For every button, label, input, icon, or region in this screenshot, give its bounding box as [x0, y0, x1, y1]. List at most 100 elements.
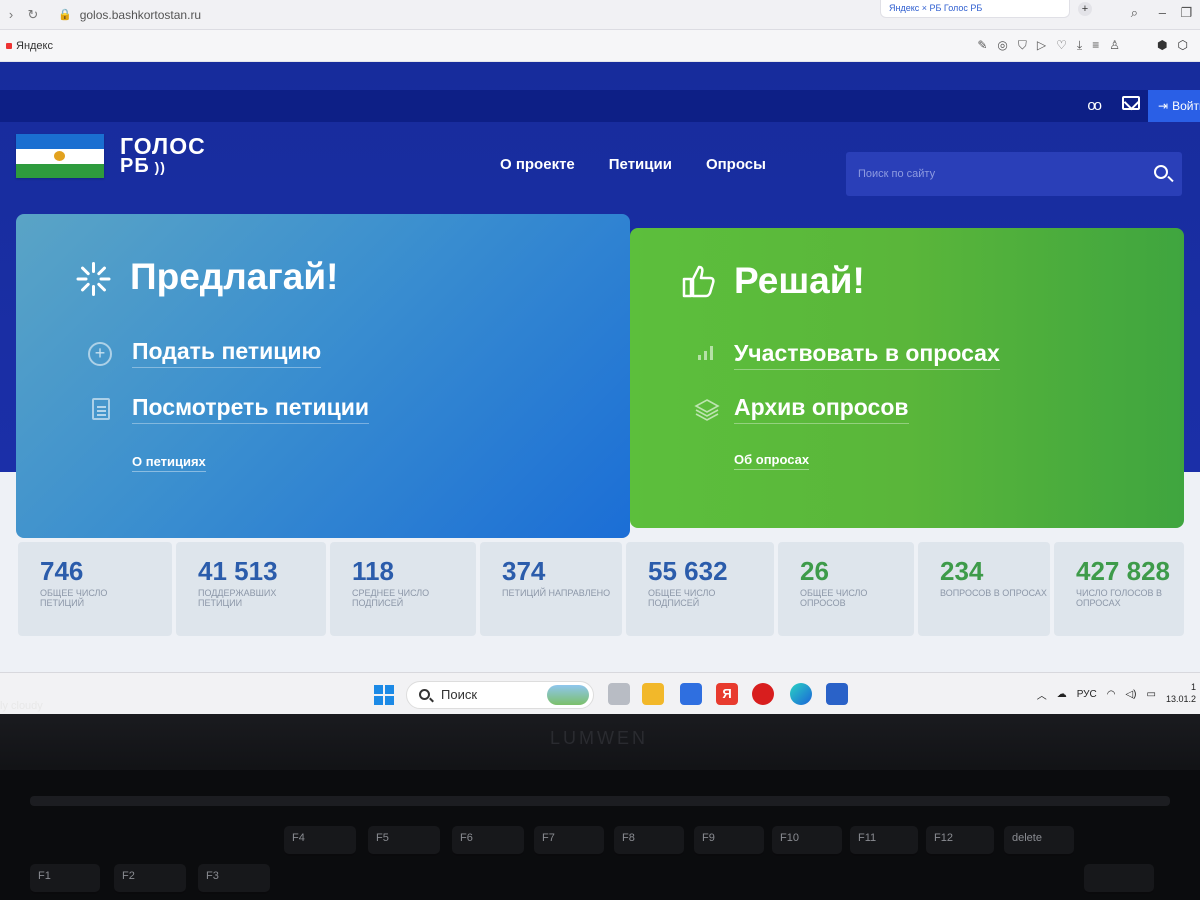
clock-time: 1 [1190, 682, 1196, 693]
about-polls-link[interactable]: Об опросах [734, 452, 810, 470]
lock-icon: 🔒 [58, 9, 72, 21]
task-view-icon[interactable] [608, 683, 630, 705]
back-icon[interactable]: › [0, 7, 22, 22]
nav-about[interactable]: О проекте [500, 156, 575, 173]
key-f12: F12 [926, 826, 994, 856]
clock-date: 13.01.2 [1165, 694, 1196, 704]
decide-title: Решай! [734, 260, 865, 301]
weather-text: ly cloudy [0, 700, 43, 712]
extensions: ⬢ ⬡ [1157, 38, 1188, 52]
mail-icon[interactable] [1122, 96, 1140, 110]
key-f10: F10 [772, 826, 842, 856]
extension-icon[interactable]: ⬢ [1157, 38, 1167, 52]
windows-start-icon[interactable] [374, 685, 394, 705]
yandex-icon [6, 42, 12, 49]
stat-label: Вопросов в опросах [940, 588, 1047, 598]
stat-card: 374 Петиций направлено [480, 542, 622, 636]
take-polls-link[interactable]: Участвовать в опросах [734, 340, 1000, 370]
taskbar-search[interactable]: Поиск [406, 681, 594, 709]
stat-card: 746 Общее число петиций [18, 542, 172, 636]
opera-icon[interactable] [752, 683, 774, 705]
shield-icon[interactable]: ⛉ [1018, 38, 1027, 53]
login-button[interactable]: ⇥ Войти [1148, 90, 1200, 122]
submit-petition-link[interactable]: Подать петицию [132, 338, 322, 368]
main-nav: О проекте Петиции Опросы [500, 156, 766, 173]
nav-polls[interactable]: Опросы [706, 156, 766, 173]
thumbs-up-icon [682, 265, 715, 298]
volume-icon[interactable]: ◁) [1125, 689, 1136, 700]
logo-line1: ГОЛОС [120, 132, 206, 159]
stat-card: 234 Вопросов в опросах [918, 542, 1050, 636]
language-indicator[interactable]: РУС [1077, 689, 1097, 700]
edit-icon[interactable]: ✎ [977, 38, 987, 53]
edge-icon[interactable] [790, 683, 812, 705]
nav-petitions[interactable]: Петиции [609, 156, 672, 173]
layers-icon [694, 399, 720, 421]
menu-icon[interactable]: ≡ [1092, 38, 1099, 53]
url-text[interactable]: golos.bashkortostan.ru [80, 8, 201, 22]
browser-tab[interactable]: Яндекс × РБ Голос РБ [880, 0, 1070, 18]
heart-icon[interactable]: ♡ [1056, 38, 1067, 53]
file-explorer-icon[interactable] [642, 683, 664, 705]
accessibility-glasses-icon[interactable]: oo [1087, 97, 1102, 114]
outlook-icon[interactable] [680, 683, 702, 705]
stat-value: 55 632 [648, 556, 728, 586]
reload-icon[interactable]: ↻ [22, 7, 44, 23]
camera-icon[interactable]: ◎ [997, 38, 1007, 53]
key-f8: F8 [614, 826, 684, 856]
browser-address-bar: › ↻ 🔒 golos.bashkortostan.ru Яндекс × РБ… [0, 0, 1200, 30]
bookmark-yandex[interactable]: Яндекс [6, 40, 53, 52]
search-icon[interactable] [1154, 165, 1168, 179]
sound-waves-icon: )) [149, 159, 166, 176]
logo-text: ГОЛОС РБ )) [120, 132, 206, 176]
sparkle-icon [76, 262, 111, 296]
bookmarks-bar: Яндекс ✎ ◎ ⛉ ▷ ♡ ⤓ ≡ ♙ ⬢ ⬡ [0, 30, 1200, 62]
restore-icon[interactable]: ❐ [1180, 5, 1192, 21]
play-icon[interactable]: ▷ [1037, 38, 1046, 53]
search-input[interactable] [858, 164, 1138, 184]
stat-card: 55 632 Общее число подписей [626, 542, 774, 636]
search-icon[interactable]: ⌕ [1131, 5, 1138, 21]
laptop-hinge [30, 796, 1170, 806]
key-f11: F11 [850, 826, 918, 856]
key [1084, 864, 1154, 894]
search-icon [419, 689, 430, 700]
profile-icon[interactable]: ♙ [1109, 38, 1120, 53]
extension-icon[interactable]: ⬡ [1178, 38, 1188, 52]
key-f1: F1 [30, 864, 100, 894]
site-search [846, 152, 1182, 196]
wifi-icon[interactable]: ◠ [1107, 689, 1116, 700]
new-tab-icon[interactable]: + [1078, 2, 1092, 16]
stat-value: 41 513 [198, 556, 278, 586]
about-petitions-link[interactable]: О петициях [132, 454, 206, 472]
bar-chart-icon [698, 346, 718, 360]
search-highlight-image [547, 685, 589, 705]
plus-circle-icon: + [88, 342, 112, 366]
stat-value: 118 [352, 556, 394, 586]
system-tray: ︿ ☁ РУС ◠ ◁) ▭ 1 13.01.2 [1037, 677, 1200, 711]
login-icon: ⇥ [1158, 99, 1169, 113]
laptop-brand: LUMWEN [550, 728, 648, 748]
site-logo[interactable]: ГОЛОС РБ )) [16, 134, 206, 178]
polls-archive-link[interactable]: Архив опросов [734, 394, 909, 424]
bookmark-label: Яндекс [16, 39, 53, 52]
stat-value: 374 [502, 556, 546, 586]
clock[interactable]: 1 13.01.2 [1166, 682, 1196, 705]
stat-label: Поддержавших петиции [198, 588, 277, 609]
key-f5: F5 [368, 826, 440, 856]
cloud-icon[interactable]: ☁ [1057, 689, 1067, 700]
key-f9: F9 [694, 826, 764, 856]
stat-label: Число голосов в опросах [1076, 588, 1163, 609]
battery-icon[interactable]: ▭ [1147, 689, 1156, 700]
minimize-icon[interactable]: – [1159, 5, 1166, 20]
view-petitions-link[interactable]: Посмотреть петиции [132, 394, 370, 424]
key-delete: delete [1004, 826, 1074, 856]
download-icon[interactable]: ⤓ [1077, 38, 1082, 53]
stat-value: 26 [800, 556, 829, 586]
stat-value: 746 [40, 556, 84, 586]
stat-value: 234 [940, 556, 984, 586]
yandex-browser-icon[interactable]: Я [716, 683, 738, 705]
website: oo ⇥ Войти ГОЛОС РБ )) О проекте Петиции… [0, 62, 1200, 680]
chevron-up-icon[interactable]: ︿ [1037, 687, 1047, 702]
word-icon[interactable] [826, 683, 848, 705]
